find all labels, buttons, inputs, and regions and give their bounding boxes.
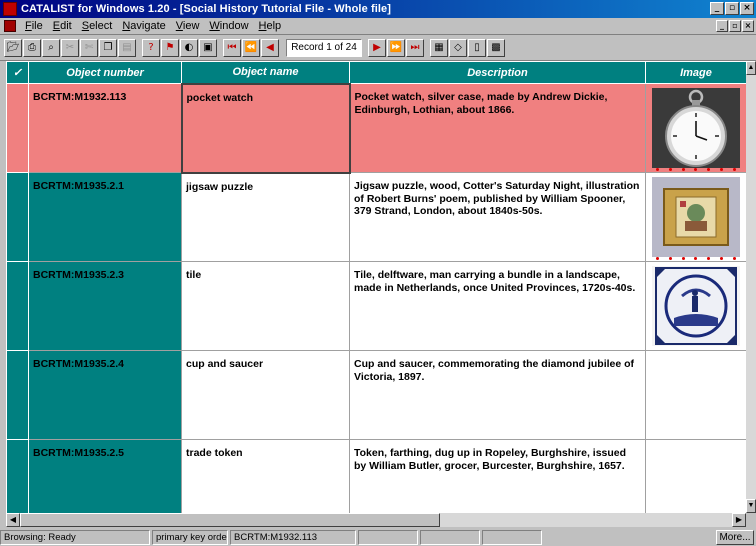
object-number-cell[interactable]: BCRTM:M1935.2.5 (28, 439, 182, 513)
cut-disabled-icon[interactable]: ✂ (61, 38, 79, 57)
close-button[interactable]: × (740, 2, 754, 15)
scroll-up-icon[interactable]: ▲ (746, 61, 756, 75)
doc-minimize-button[interactable]: _ (716, 20, 728, 32)
menu-edit[interactable]: Edit (48, 20, 77, 32)
export-icon[interactable]: ▣ (199, 38, 217, 57)
image-cell[interactable] (645, 350, 746, 440)
pocket-watch-image (652, 88, 740, 171)
status-current-key: BCRTM:M1932.113 (230, 530, 356, 545)
menu-bar: File Edit Select Navigate View Window He… (0, 18, 756, 35)
row-selector[interactable] (6, 172, 29, 262)
table-row[interactable]: BCRTM:M1935.2.3 tile Tile, delftware, ma… (6, 261, 746, 351)
toolbar: 📂︎ ⎙ ⌕ ✂ ✄ ❐ ▤ ? ⚑ ◐ ▣ ⏮ ⏪ ◀ Record 1 of… (0, 35, 756, 61)
object-name-cell[interactable]: pocket watch (180, 82, 351, 174)
row-selector[interactable] (6, 350, 29, 440)
scroll-left-icon[interactable]: ◀ (6, 513, 20, 527)
document-icon[interactable] (4, 20, 16, 32)
status-order: primary key order (152, 530, 228, 545)
next-page-icon[interactable]: ⏩ (387, 38, 405, 57)
table-row[interactable]: BCRTM:M1935.2.5 trade token Token, farth… (6, 439, 746, 513)
object-number-cell[interactable]: BCRTM:M1935.2.4 (28, 350, 182, 440)
find-icon[interactable]: ⌕ (42, 38, 60, 57)
next-record-icon[interactable]: ▶ (368, 38, 386, 57)
help-query-icon[interactable]: ? (142, 38, 160, 57)
object-number-cell[interactable]: BCRTM:M1932.113 (28, 83, 182, 173)
open-folder-icon[interactable]: 📂︎ (4, 38, 22, 57)
row-selector[interactable] (6, 261, 29, 351)
title-bar: CATALIST for Windows 1.20 - [Social Hist… (0, 0, 756, 18)
jigsaw-box-image (652, 177, 740, 260)
menu-help[interactable]: Help (254, 20, 287, 32)
object-name-cell[interactable]: cup and saucer (181, 350, 350, 440)
print-icon[interactable]: ⎙ (23, 38, 41, 57)
horizontal-scrollbar[interactable]: ◀ ▶ (6, 513, 746, 527)
description-cell[interactable]: Tile, delftware, man carrying a bundle i… (349, 261, 646, 351)
select-all-header[interactable]: ✓ (6, 61, 29, 84)
object-name-cell[interactable]: trade token (181, 439, 350, 513)
status-blank-3 (482, 530, 542, 545)
status-blank-1 (358, 530, 418, 545)
menu-navigate[interactable]: Navigate (117, 20, 170, 32)
horizontal-scroll-thumb[interactable] (20, 513, 440, 527)
menu-file[interactable]: File (20, 20, 48, 32)
object-number-cell[interactable]: BCRTM:M1935.2.1 (28, 172, 182, 262)
description-cell[interactable]: Pocket watch, silver case, made by Andre… (349, 83, 646, 173)
form-view-icon[interactable]: ◇ (449, 38, 467, 57)
scroll-down-icon[interactable]: ▼ (746, 499, 756, 513)
image-cell[interactable] (645, 172, 746, 262)
maximize-button[interactable]: ▫ (725, 2, 739, 15)
first-record-icon[interactable]: ⏮ (223, 38, 241, 57)
image-view-icon[interactable]: ▩ (487, 38, 505, 57)
record-indicator: Record 1 of 24 (286, 38, 362, 57)
doc-restore-button[interactable]: ▫ (729, 20, 741, 32)
window-title: CATALIST for Windows 1.20 - [Social Hist… (21, 3, 392, 15)
doc-close-button[interactable]: × (742, 20, 754, 32)
app-icon[interactable] (3, 2, 17, 16)
row-selector[interactable] (6, 439, 29, 513)
copy-icon[interactable]: ❐ (99, 38, 117, 57)
description-cell[interactable]: Token, farthing, dug up in Ropeley, Burg… (349, 439, 646, 513)
description-cell[interactable]: Cup and saucer, commemorating the diamon… (349, 350, 646, 440)
description-cell[interactable]: Jigsaw puzzle, wood, Cotter's Saturday N… (349, 172, 646, 262)
menu-select[interactable]: Select (77, 20, 118, 32)
column-header-image[interactable]: Image (645, 61, 746, 84)
table-view-icon[interactable]: ▦ (430, 38, 448, 57)
image-cell[interactable] (645, 261, 746, 351)
table-row[interactable]: BCRTM:M1932.113 pocket watch Pocket watc… (6, 82, 746, 174)
flag-icon[interactable]: ⚑ (161, 38, 179, 57)
column-header-object-name[interactable]: Object name (181, 61, 350, 84)
more-button[interactable]: More... (716, 530, 754, 545)
scissors-icon[interactable]: ✄ (80, 38, 98, 57)
delft-tile-image (652, 266, 740, 346)
image-cell[interactable] (645, 439, 746, 513)
prev-record-icon[interactable]: ◀ (261, 38, 279, 57)
paste-icon[interactable]: ▤ (118, 38, 136, 57)
row-selector[interactable] (6, 83, 29, 173)
scroll-right-icon[interactable]: ▶ (732, 513, 746, 527)
object-number-cell[interactable]: BCRTM:M1935.2.3 (28, 261, 182, 351)
status-bar: Browsing: Ready primary key order BCRTM:… (0, 529, 756, 546)
image-cell[interactable] (645, 83, 746, 173)
menu-view[interactable]: View (171, 20, 205, 32)
last-record-icon[interactable]: ⏭ (406, 38, 424, 57)
object-name-cell[interactable]: jigsaw puzzle (181, 172, 350, 262)
menu-window[interactable]: Window (204, 20, 253, 32)
object-name-cell[interactable]: tile (181, 261, 350, 351)
status-mode: Browsing: Ready (0, 530, 150, 545)
column-header-object-number[interactable]: Object number (28, 61, 182, 84)
status-blank-2 (420, 530, 480, 545)
record-view-icon[interactable]: ▯ (468, 38, 486, 57)
vertical-scrollbar[interactable]: ▲ ▼ (746, 61, 756, 513)
column-header-description[interactable]: Description (349, 61, 646, 84)
table-row[interactable]: BCRTM:M1935.2.1 jigsaw puzzle Jigsaw puz… (6, 172, 746, 262)
minimize-button[interactable]: _ (710, 2, 724, 15)
table-row[interactable]: BCRTM:M1935.2.4 cup and saucer Cup and s… (6, 350, 746, 440)
records-grid: ✓ Object number Object name Description … (6, 61, 746, 513)
select-icon[interactable]: ◐ (180, 38, 198, 57)
prev-page-icon[interactable]: ⏪ (242, 38, 260, 57)
